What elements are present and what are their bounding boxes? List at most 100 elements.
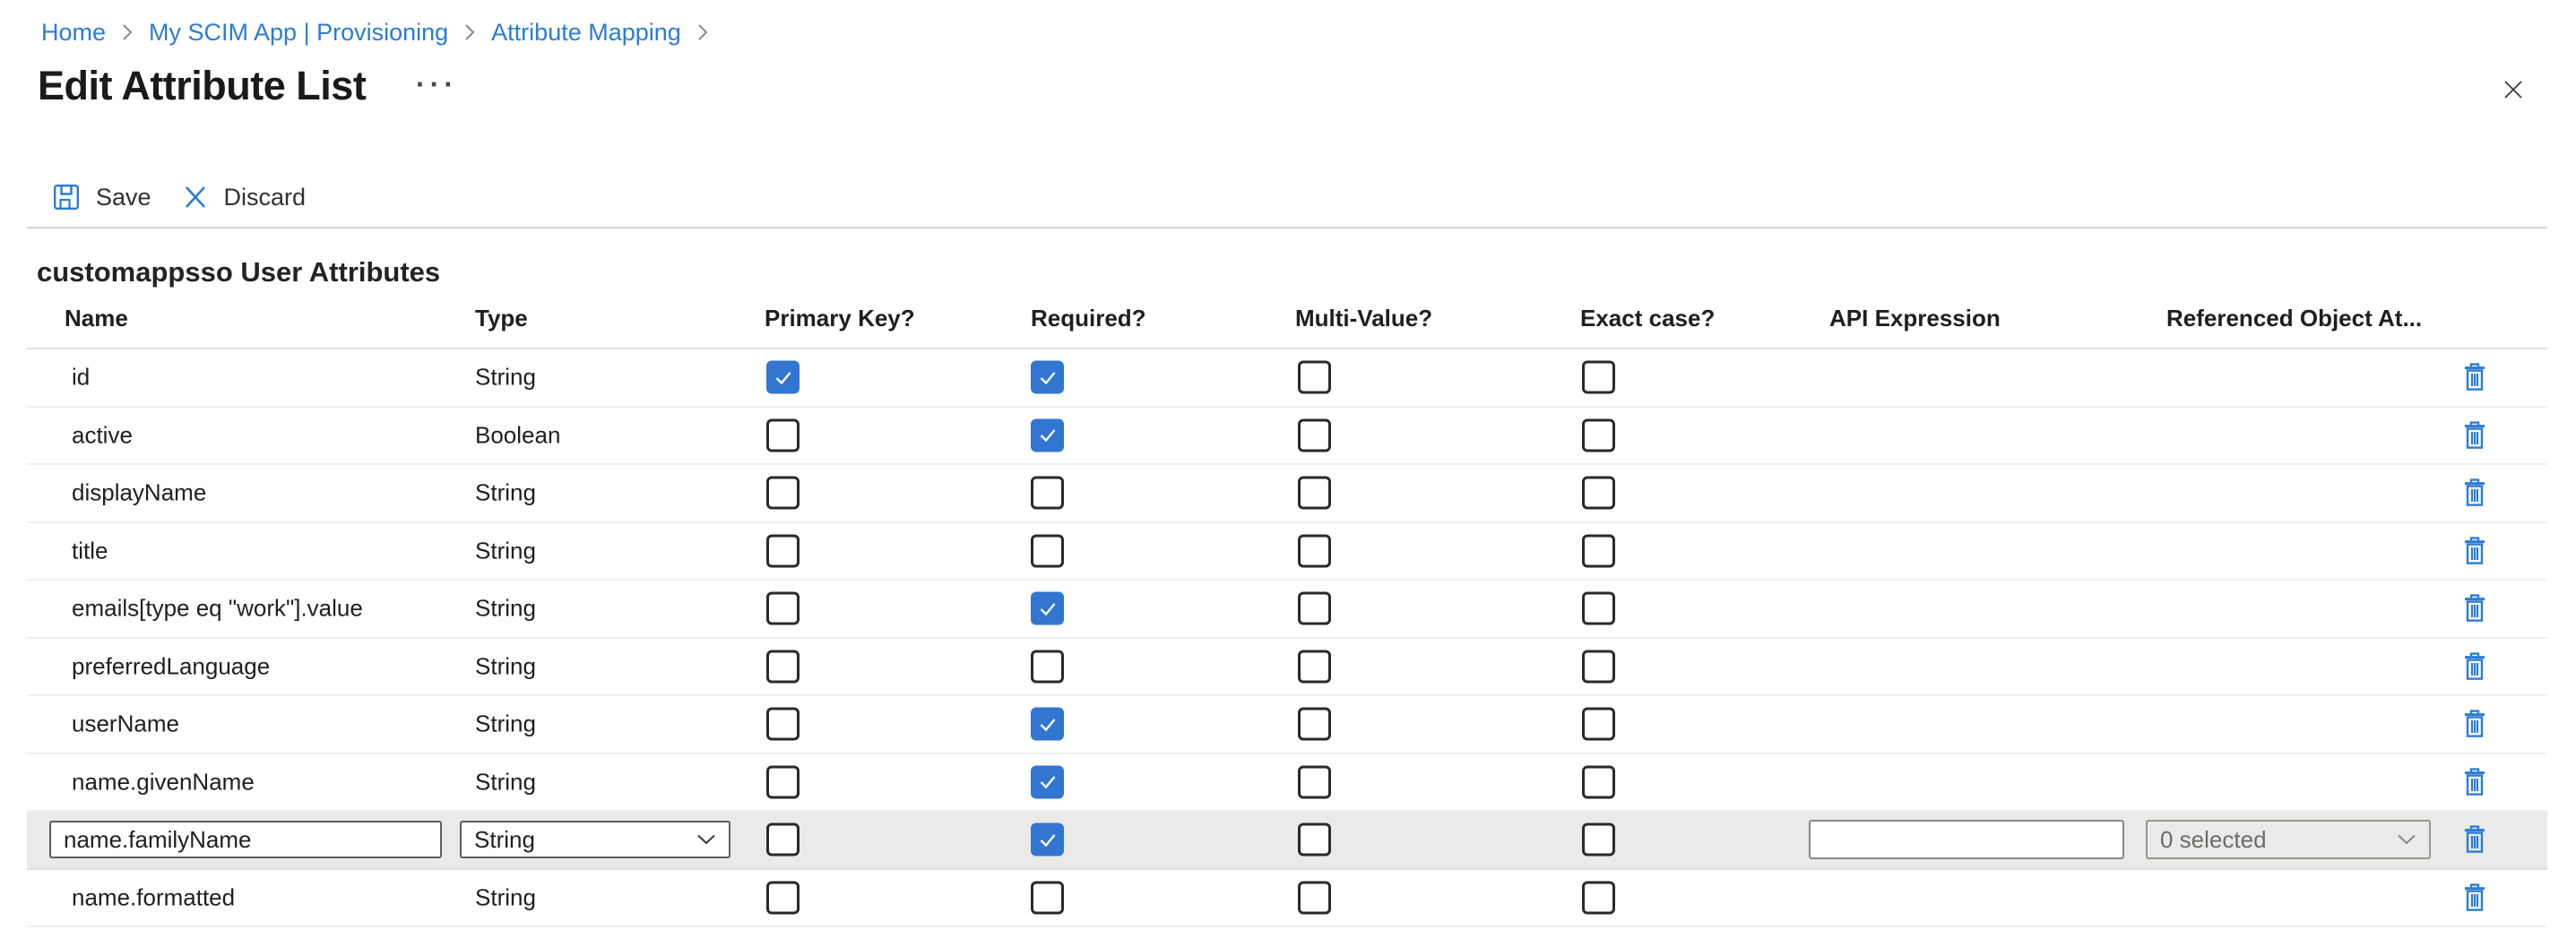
delete-attribute-button[interactable] xyxy=(2459,533,2490,569)
required-checkbox[interactable] xyxy=(1031,477,1064,510)
exact-case-checkbox[interactable] xyxy=(1582,650,1615,683)
table-row: titleString xyxy=(27,523,2547,581)
attribute-type-cell: String xyxy=(460,821,730,858)
exact-case-checkbox[interactable] xyxy=(1582,477,1615,510)
required-checkbox[interactable] xyxy=(1031,361,1064,394)
primary-key-checkbox[interactable] xyxy=(766,418,800,452)
primary-key-checkbox[interactable] xyxy=(766,592,800,625)
attribute-type-select[interactable]: String xyxy=(460,821,730,858)
multi-value-checkbox-box xyxy=(1298,361,1331,394)
api-expression-input[interactable] xyxy=(1809,820,2124,859)
multi-value-checkbox-box xyxy=(1298,477,1331,510)
table-row: idString xyxy=(27,349,2547,408)
multi-value-checkbox[interactable] xyxy=(1298,534,1331,567)
multi-value-checkbox[interactable] xyxy=(1298,650,1331,683)
required-checkbox[interactable] xyxy=(1031,823,1064,857)
delete-attribute-button[interactable] xyxy=(2459,590,2490,626)
required-checkbox[interactable] xyxy=(1031,881,1064,914)
primary-key-checkbox[interactable] xyxy=(766,650,800,683)
delete-icon xyxy=(2462,651,2487,682)
breadcrumb-link[interactable]: Home xyxy=(41,19,106,47)
attribute-type: Boolean xyxy=(475,421,560,449)
primary-key-checkbox[interactable] xyxy=(766,881,800,914)
primary-key-checkbox-box xyxy=(766,881,800,914)
delete-attribute-button[interactable] xyxy=(2459,880,2490,916)
multi-value-checkbox[interactable] xyxy=(1298,592,1331,625)
exact-case-checkbox[interactable] xyxy=(1582,418,1615,452)
required-checkbox[interactable] xyxy=(1031,592,1064,625)
table-row: displayNameString xyxy=(27,465,2547,523)
multi-value-checkbox-box xyxy=(1298,592,1331,625)
multi-value-checkbox[interactable] xyxy=(1298,361,1331,394)
primary-key-checkbox[interactable] xyxy=(766,708,800,741)
close-button[interactable] xyxy=(2492,70,2535,113)
table-row: emails[type eq "work"].valueString xyxy=(27,581,2547,639)
table-row: preferredLanguageString xyxy=(27,639,2547,697)
delete-attribute-button[interactable] xyxy=(2459,418,2490,453)
discard-icon xyxy=(182,184,209,211)
required-checkbox[interactable] xyxy=(1031,650,1064,683)
delete-attribute-button[interactable] xyxy=(2459,764,2490,800)
delete-attribute-button[interactable] xyxy=(2459,475,2490,511)
exact-case-checkbox[interactable] xyxy=(1582,534,1615,567)
multi-value-checkbox[interactable] xyxy=(1298,418,1331,452)
primary-key-checkbox[interactable] xyxy=(766,765,800,798)
multi-value-checkbox[interactable] xyxy=(1298,765,1331,798)
save-label: Save xyxy=(96,184,151,211)
column-header-name: Name xyxy=(65,305,128,332)
exact-case-checkbox[interactable] xyxy=(1582,708,1615,741)
delete-attribute-button[interactable] xyxy=(2459,822,2490,857)
api-expression-cell xyxy=(1809,820,2124,859)
exact-case-checkbox[interactable] xyxy=(1582,823,1615,857)
check-icon xyxy=(1036,597,1059,620)
multi-value-checkbox[interactable] xyxy=(1298,477,1331,510)
breadcrumb: Home My SCIM App | Provisioning Attribute … xyxy=(41,16,709,48)
delete-attribute-cell xyxy=(2459,649,2490,685)
primary-key-checkbox[interactable] xyxy=(766,361,800,394)
attribute-table: idStringactiveBooleandisplayNameStringti… xyxy=(27,349,2547,927)
breadcrumb-link[interactable]: My SCIM App | Provisioning xyxy=(149,19,448,47)
multi-value-checkbox-box xyxy=(1298,650,1331,683)
exact-case-checkbox-box xyxy=(1582,881,1615,914)
primary-key-checkbox-box xyxy=(766,418,800,452)
referenced-object-select[interactable]: 0 selected xyxy=(2146,820,2431,859)
breadcrumb-chevron-icon xyxy=(696,22,709,43)
required-checkbox[interactable] xyxy=(1031,708,1064,741)
check-icon xyxy=(1036,712,1059,736)
required-checkbox[interactable] xyxy=(1031,418,1064,452)
multi-value-checkbox[interactable] xyxy=(1298,881,1331,914)
primary-key-checkbox[interactable] xyxy=(766,823,800,857)
exact-case-checkbox[interactable] xyxy=(1582,361,1615,394)
delete-attribute-button[interactable] xyxy=(2459,359,2490,395)
breadcrumb-link[interactable]: Attribute Mapping xyxy=(491,19,681,47)
referenced-object-cell: 0 selected xyxy=(2146,820,2431,859)
exact-case-checkbox-box xyxy=(1582,418,1615,452)
attribute-type: String xyxy=(475,710,536,738)
multi-value-checkbox[interactable] xyxy=(1298,708,1331,741)
exact-case-checkbox[interactable] xyxy=(1582,881,1615,914)
required-checkbox[interactable] xyxy=(1031,765,1064,798)
multi-value-checkbox[interactable] xyxy=(1298,823,1331,857)
exact-case-checkbox[interactable] xyxy=(1582,592,1615,625)
delete-attribute-cell xyxy=(2459,822,2490,857)
delete-icon xyxy=(2462,709,2487,739)
exact-case-checkbox-box xyxy=(1582,650,1615,683)
delete-attribute-button[interactable] xyxy=(2459,706,2490,742)
multi-value-checkbox-box xyxy=(1298,881,1331,914)
primary-key-checkbox[interactable] xyxy=(766,534,800,567)
attribute-name: preferredLanguage xyxy=(72,652,270,680)
delete-attribute-button[interactable] xyxy=(2459,649,2490,685)
column-header-req: Required? xyxy=(1031,305,1146,332)
column-header-mv: Multi-Value? xyxy=(1295,305,1432,332)
required-checkbox[interactable] xyxy=(1031,534,1064,567)
discard-button[interactable]: Discard xyxy=(182,184,307,211)
save-button[interactable]: Save xyxy=(52,183,151,211)
context-menu-button[interactable]: ··· xyxy=(416,70,458,99)
delete-icon xyxy=(2462,478,2487,508)
primary-key-checkbox[interactable] xyxy=(766,477,800,510)
required-checkbox-box xyxy=(1031,765,1064,798)
attribute-name: title xyxy=(72,537,108,564)
attribute-name-input[interactable] xyxy=(49,821,442,858)
exact-case-checkbox[interactable] xyxy=(1582,765,1615,798)
exact-case-checkbox-box xyxy=(1582,534,1615,567)
